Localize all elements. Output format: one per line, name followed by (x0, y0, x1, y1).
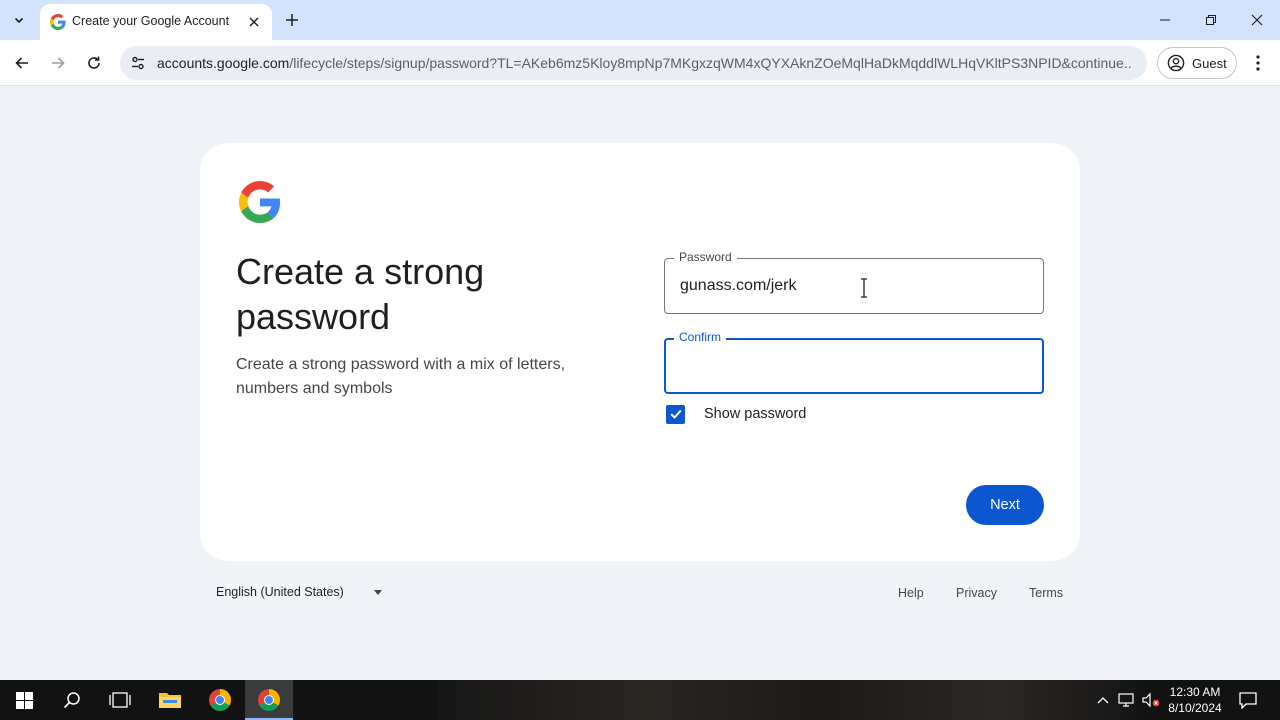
dropdown-arrow-icon (373, 589, 382, 595)
notifications-button[interactable] (1234, 680, 1262, 720)
notification-icon (1239, 691, 1257, 709)
close-window-button[interactable] (1245, 8, 1269, 32)
forward-button[interactable] (45, 50, 71, 76)
minimize-button[interactable] (1153, 8, 1177, 32)
close-icon (1251, 14, 1263, 26)
confirm-field[interactable]: Confirm (664, 330, 1044, 394)
page-subtitle: Create a strong password with a mix of l… (236, 356, 566, 397)
checkmark-icon (670, 409, 682, 419)
signup-card: Create a strong password Create a strong… (200, 143, 1080, 561)
back-button[interactable] (9, 50, 35, 76)
minimize-icon (1160, 19, 1170, 21)
windows-taskbar: 12:30 AM 8/10/2024 (0, 680, 1280, 720)
tab-search-button[interactable] (6, 7, 32, 33)
start-button[interactable] (0, 680, 48, 720)
plus-icon (286, 14, 298, 26)
url-path: /lifecycle/steps/signup/password?TL=AKeb… (289, 55, 1132, 71)
language-selector[interactable]: English (United States) (216, 585, 382, 599)
show-password-checkbox[interactable] (666, 404, 685, 424)
chrome-icon (209, 689, 231, 711)
google-logo-icon (239, 181, 281, 223)
profile-label: Guest (1192, 55, 1227, 71)
folder-icon (159, 693, 181, 708)
terms-link[interactable]: Terms (1029, 586, 1063, 600)
network-icon (1118, 693, 1134, 707)
google-favicon-icon (50, 14, 66, 30)
next-button[interactable]: Next (966, 485, 1044, 525)
tab-strip: Create your Google Account (0, 0, 1280, 40)
reload-icon (88, 56, 100, 69)
more-vert-icon (1256, 55, 1260, 71)
chrome-icon (258, 689, 280, 711)
clock-time: 12:30 AM (1169, 685, 1221, 699)
browser-menu-button[interactable] (1248, 52, 1268, 74)
help-link[interactable]: Help (898, 586, 924, 600)
language-label: English (United States) (216, 585, 344, 599)
privacy-link[interactable]: Privacy (956, 586, 997, 600)
address-bar[interactable]: accounts.google.com/lifecycle/steps/sign… (120, 46, 1147, 80)
tab-close-button[interactable] (244, 12, 264, 32)
taskbar-clock[interactable]: 12:30 AM 8/10/2024 (1160, 684, 1230, 716)
search-icon (63, 692, 80, 709)
profile-button[interactable]: Guest (1157, 47, 1237, 79)
confirm-input[interactable] (680, 353, 1020, 379)
show-hidden-icons-button[interactable] (1094, 680, 1112, 720)
file-explorer-button[interactable] (146, 680, 194, 720)
chrome-taskbar-button[interactable] (196, 680, 244, 720)
task-view-button[interactable] (96, 680, 144, 720)
chevron-up-icon (1097, 697, 1109, 704)
network-button[interactable] (1116, 680, 1138, 720)
browser-toolbar: accounts.google.com/lifecycle/steps/sign… (0, 40, 1280, 86)
restore-button[interactable] (1199, 8, 1223, 32)
windows-logo-icon (15, 691, 33, 709)
password-field[interactable]: Password (664, 250, 1044, 314)
password-label: Password (674, 250, 737, 264)
chevron-down-icon (14, 17, 24, 24)
password-input[interactable] (680, 273, 1020, 299)
arrow-left-icon (15, 57, 28, 69)
site-info-button[interactable] (128, 53, 148, 73)
show-password-row[interactable]: Show password (666, 404, 806, 424)
page-title: Create a strong password (236, 251, 485, 337)
url-text: accounts.google.com/lifecycle/steps/sign… (157, 55, 1132, 71)
volume-muted-icon (1142, 692, 1160, 708)
arrow-right-icon (52, 57, 65, 69)
clock-date: 8/10/2024 (1168, 701, 1222, 715)
volume-button[interactable] (1140, 680, 1162, 720)
tune-icon (132, 56, 144, 70)
reload-button[interactable] (81, 50, 107, 76)
text-cursor-icon (861, 278, 867, 298)
taskbar-background (437, 680, 1137, 720)
new-tab-button[interactable] (281, 9, 303, 31)
taskbar-search-button[interactable] (48, 680, 96, 720)
task-view-icon (109, 692, 131, 708)
chrome-active-taskbar-button[interactable] (245, 680, 293, 720)
show-password-label[interactable]: Show password (704, 406, 806, 422)
confirm-label: Confirm (674, 330, 727, 344)
url-host: accounts.google.com (157, 55, 290, 71)
restore-icon (1206, 15, 1216, 25)
active-tab[interactable]: Create your Google Account (40, 4, 272, 40)
tab-title: Create your Google Account (72, 14, 230, 28)
account-circle-icon (1167, 54, 1185, 72)
close-icon (249, 17, 259, 27)
